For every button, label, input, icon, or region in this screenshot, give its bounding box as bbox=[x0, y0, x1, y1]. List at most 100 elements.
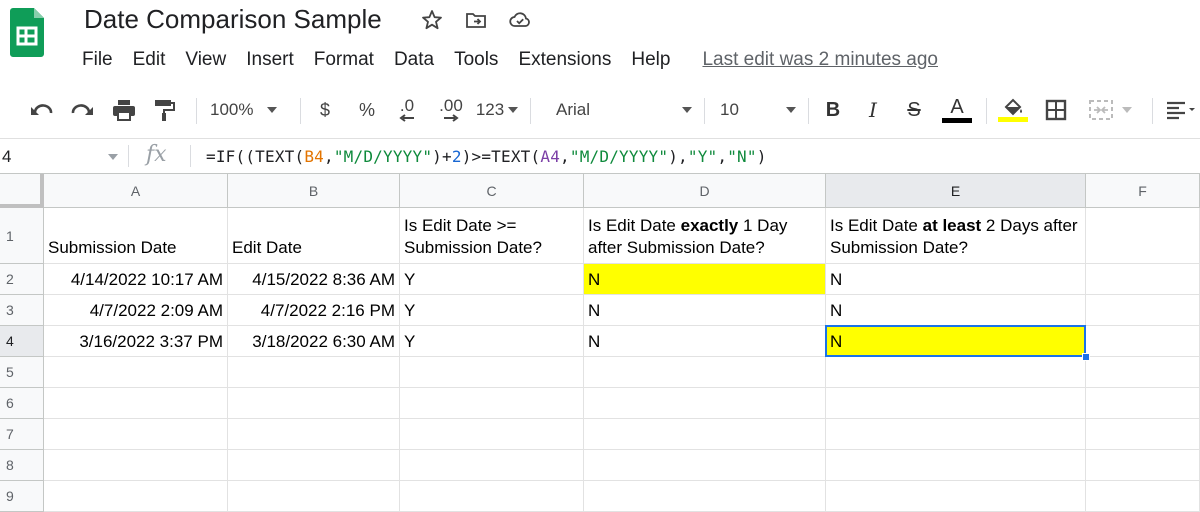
row-header-3[interactable]: 3 bbox=[0, 295, 44, 326]
cell-exactly-1-day-result[interactable]: N bbox=[584, 326, 826, 357]
bold-button[interactable]: B bbox=[820, 94, 846, 126]
row-header-1[interactable]: 1 bbox=[0, 208, 44, 264]
row-header-9[interactable]: 9 bbox=[0, 481, 44, 512]
empty-cell[interactable] bbox=[400, 481, 584, 512]
row-header-5[interactable]: 5 bbox=[0, 357, 44, 388]
empty-cell[interactable] bbox=[1086, 264, 1200, 295]
row-header-6[interactable]: 6 bbox=[0, 388, 44, 419]
select-all-corner[interactable] bbox=[0, 174, 44, 208]
menu-data[interactable]: Data bbox=[384, 49, 444, 71]
paint-format-icon[interactable] bbox=[148, 94, 180, 126]
align-icon[interactable] bbox=[1164, 94, 1196, 126]
strikethrough-button[interactable]: S bbox=[900, 94, 928, 126]
cell-gte-result[interactable]: Y bbox=[400, 264, 584, 295]
empty-cell[interactable] bbox=[1086, 208, 1200, 264]
empty-cell[interactable] bbox=[44, 481, 228, 512]
formula-input[interactable]: =IF((TEXT(B4,"M/D/YYYY")+2)>=TEXT(A4,"M/… bbox=[206, 147, 767, 166]
empty-cell[interactable] bbox=[228, 419, 400, 450]
empty-cell[interactable] bbox=[44, 419, 228, 450]
empty-cell[interactable] bbox=[1086, 295, 1200, 326]
empty-cell[interactable] bbox=[1086, 357, 1200, 388]
cell-at-least-2-days-result[interactable]: N bbox=[826, 295, 1086, 326]
column-header-c[interactable]: C bbox=[400, 174, 584, 208]
menu-insert[interactable]: Insert bbox=[236, 49, 304, 71]
borders-icon[interactable] bbox=[1042, 94, 1070, 126]
empty-cell[interactable] bbox=[228, 357, 400, 388]
zoom-select[interactable]: 100% bbox=[210, 94, 294, 126]
empty-cell[interactable] bbox=[826, 357, 1086, 388]
column-header-e[interactable]: E bbox=[826, 174, 1086, 208]
decrease-decimal-button[interactable]: .0 bbox=[392, 94, 422, 126]
empty-cell[interactable] bbox=[584, 388, 826, 419]
empty-cell[interactable] bbox=[228, 388, 400, 419]
font-family-select[interactable]: Arial bbox=[556, 94, 692, 126]
cell-submission-date[interactable]: 3/16/2022 3:37 PM bbox=[44, 326, 228, 357]
empty-cell[interactable] bbox=[1086, 481, 1200, 512]
empty-cell[interactable] bbox=[1086, 450, 1200, 481]
cell-at-least-2-days-result[interactable]: N bbox=[826, 264, 1086, 295]
undo-icon[interactable] bbox=[26, 94, 58, 126]
document-title[interactable]: Date Comparison Sample bbox=[84, 4, 382, 35]
redo-icon[interactable] bbox=[66, 94, 98, 126]
cell-gte-result[interactable]: Y bbox=[400, 295, 584, 326]
increase-decimal-button[interactable]: .00 bbox=[434, 94, 468, 126]
empty-cell[interactable] bbox=[584, 481, 826, 512]
empty-cell[interactable] bbox=[826, 388, 1086, 419]
header-cell-edit-date[interactable]: Edit Date bbox=[228, 208, 400, 264]
format-currency-button[interactable]: $ bbox=[312, 94, 338, 126]
empty-cell[interactable] bbox=[584, 419, 826, 450]
header-cell-exactly-1-day[interactable]: Is Edit Date exactly 1 Day after Submiss… bbox=[584, 208, 826, 264]
column-header-b[interactable]: B bbox=[228, 174, 400, 208]
cloud-saved-icon[interactable] bbox=[508, 8, 532, 32]
menu-tools[interactable]: Tools bbox=[444, 49, 508, 71]
cell-exactly-1-day-result[interactable]: N bbox=[584, 295, 826, 326]
column-header-a[interactable]: A bbox=[44, 174, 228, 208]
menu-view[interactable]: View bbox=[175, 49, 236, 71]
cell-edit-date[interactable]: 3/18/2022 6:30 AM bbox=[228, 326, 400, 357]
empty-cell[interactable] bbox=[826, 419, 1086, 450]
menu-extensions[interactable]: Extensions bbox=[508, 49, 621, 71]
empty-cell[interactable] bbox=[228, 450, 400, 481]
empty-cell[interactable] bbox=[44, 450, 228, 481]
column-header-d[interactable]: D bbox=[584, 174, 826, 208]
header-cell-is-edit-date-gte[interactable]: Is Edit Date >= Submission Date? bbox=[400, 208, 584, 264]
fill-handle[interactable] bbox=[1082, 353, 1090, 361]
more-formats-select[interactable]: 123 bbox=[474, 94, 520, 126]
row-header-4[interactable]: 4 bbox=[0, 326, 44, 357]
cell-exactly-1-day-result[interactable]: N bbox=[584, 264, 826, 295]
menu-file[interactable]: File bbox=[72, 49, 123, 71]
column-header-f[interactable]: F bbox=[1086, 174, 1200, 208]
last-edit-link[interactable]: Last edit was 2 minutes ago bbox=[702, 49, 938, 71]
empty-cell[interactable] bbox=[826, 450, 1086, 481]
header-cell-at-least-2-days[interactable]: Is Edit Date at least 2 Days after Submi… bbox=[826, 208, 1086, 264]
merge-cells-icon[interactable] bbox=[1084, 94, 1136, 126]
menu-format[interactable]: Format bbox=[304, 49, 384, 71]
empty-cell[interactable] bbox=[400, 419, 584, 450]
italic-button[interactable]: I bbox=[860, 94, 886, 126]
empty-cell[interactable] bbox=[44, 357, 228, 388]
cell-submission-date[interactable]: 4/14/2022 10:17 AM bbox=[44, 264, 228, 295]
menu-edit[interactable]: Edit bbox=[123, 49, 176, 71]
header-cell-submission-date[interactable]: Submission Date bbox=[44, 208, 228, 264]
empty-cell[interactable] bbox=[1086, 388, 1200, 419]
star-icon[interactable] bbox=[420, 8, 444, 32]
cell-gte-result[interactable]: Y bbox=[400, 326, 584, 357]
empty-cell[interactable] bbox=[44, 388, 228, 419]
cell-edit-date[interactable]: 4/7/2022 2:16 PM bbox=[228, 295, 400, 326]
empty-cell[interactable] bbox=[400, 450, 584, 481]
font-size-select[interactable]: 10 bbox=[720, 94, 796, 126]
empty-cell[interactable] bbox=[584, 450, 826, 481]
empty-cell[interactable] bbox=[228, 481, 400, 512]
format-percent-button[interactable]: % bbox=[354, 94, 380, 126]
fill-color-icon[interactable] bbox=[996, 94, 1030, 126]
empty-cell[interactable] bbox=[400, 388, 584, 419]
print-icon[interactable] bbox=[108, 94, 140, 126]
empty-cell[interactable] bbox=[584, 357, 826, 388]
sheets-logo-icon[interactable] bbox=[8, 6, 46, 58]
empty-cell[interactable] bbox=[1086, 419, 1200, 450]
text-color-button[interactable]: A bbox=[940, 94, 974, 126]
menu-help[interactable]: Help bbox=[621, 49, 680, 71]
cell-at-least-2-days-result[interactable]: N bbox=[826, 326, 1086, 357]
row-header-2[interactable]: 2 bbox=[0, 264, 44, 295]
move-to-folder-icon[interactable] bbox=[464, 8, 488, 32]
